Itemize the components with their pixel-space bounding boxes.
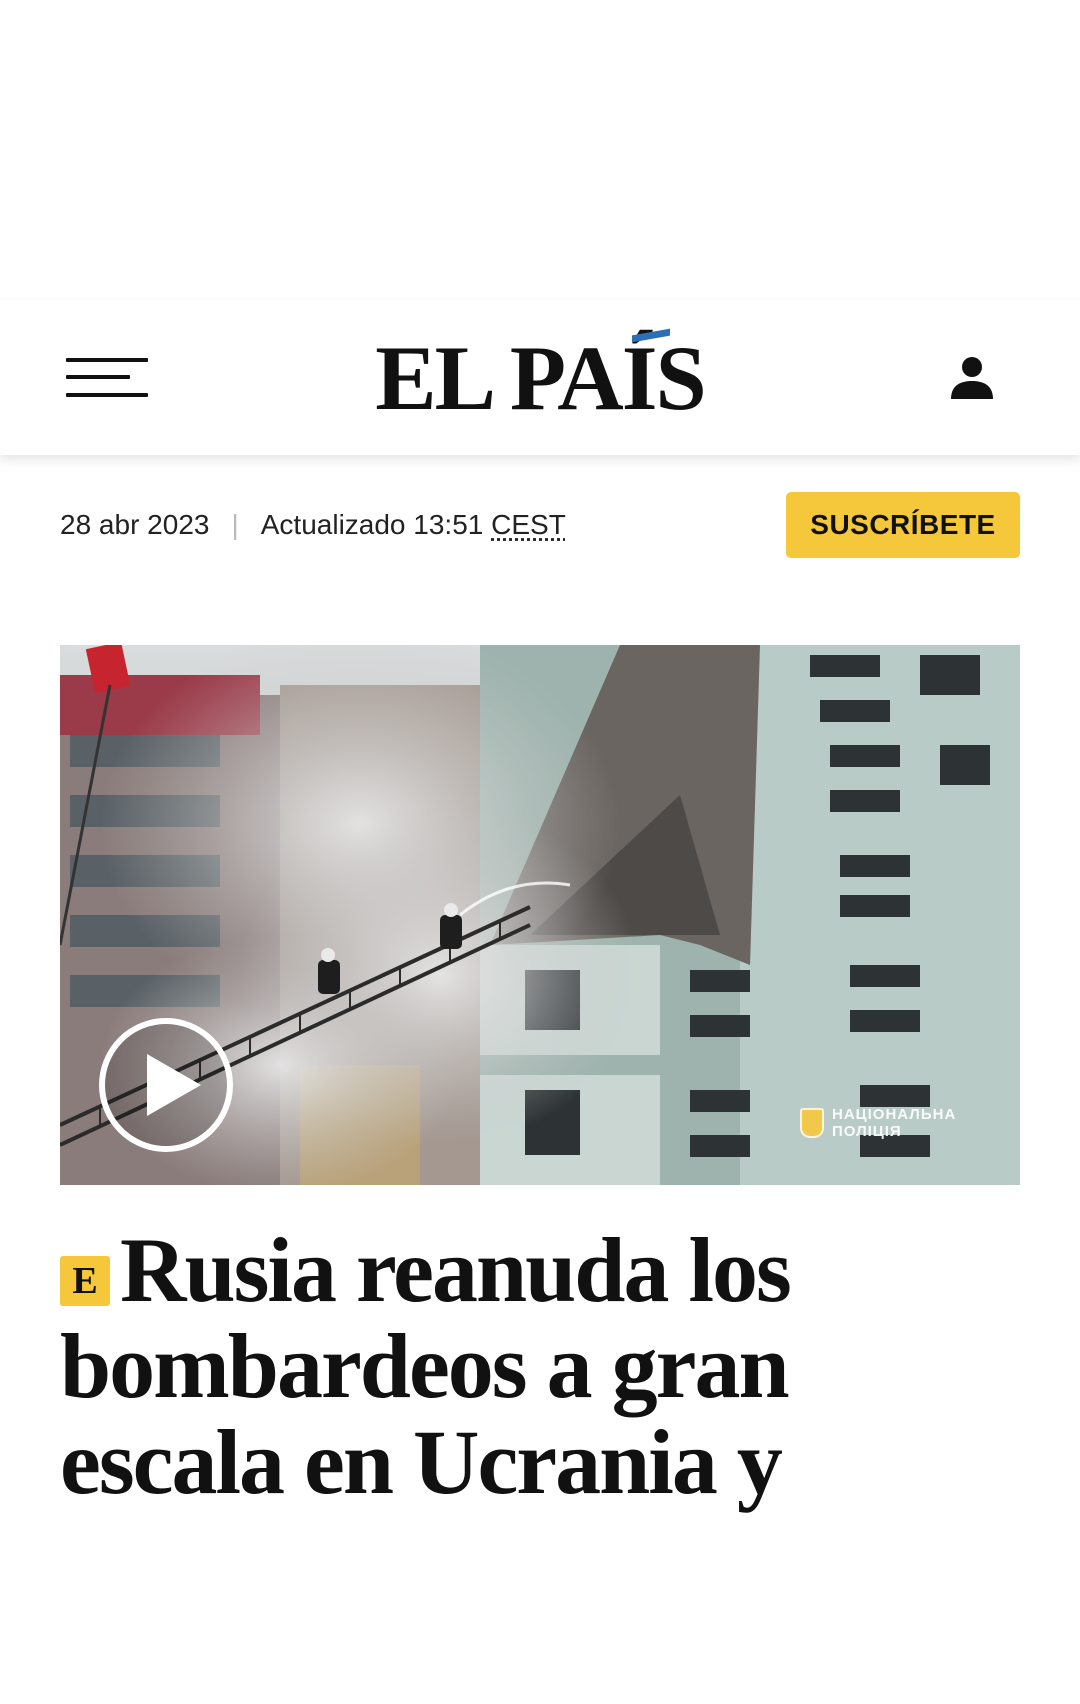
- publish-date: 28 abr 2023: [60, 509, 210, 540]
- article-headline-text: Rusia reanuda los bombardeos a gran esca…: [60, 1219, 792, 1513]
- premium-badge-icon: E: [60, 1256, 110, 1306]
- user-icon[interactable]: [947, 353, 997, 403]
- bottom-cover: [0, 1530, 1080, 1704]
- video-player[interactable]: НАЦІОНАЛЬНА ПОЛІЦІЯ: [60, 645, 1020, 1185]
- article-headline[interactable]: E Rusia reanuda los bombardeos a gran esc…: [60, 1222, 1010, 1510]
- police-emblem-icon: [800, 1108, 824, 1138]
- ad-space: [0, 0, 1080, 300]
- video-watermark: НАЦІОНАЛЬНА ПОЛІЦІЯ: [800, 1103, 956, 1143]
- play-icon[interactable]: [97, 1016, 235, 1154]
- subscribe-button[interactable]: SUSCRÍBETE: [786, 492, 1020, 558]
- site-logo[interactable]: EL PAÍS: [340, 328, 740, 428]
- watermark-line-1: НАЦІОНАЛЬНА: [832, 1106, 957, 1123]
- updated-time: Actualizado 13:51: [260, 509, 484, 540]
- hamburger-menu-icon[interactable]: [66, 352, 148, 402]
- top-bar: EL PAÍS: [0, 300, 1080, 455]
- timezone-abbr: CEST: [491, 509, 566, 540]
- site-logo-text: EL PAÍS: [375, 327, 706, 429]
- meta-separator: |: [231, 509, 239, 540]
- article-meta: 28 abr 2023 | Actualizado 13:51 CEST: [60, 505, 566, 545]
- watermark-line-2: ПОЛІЦІЯ: [832, 1123, 902, 1140]
